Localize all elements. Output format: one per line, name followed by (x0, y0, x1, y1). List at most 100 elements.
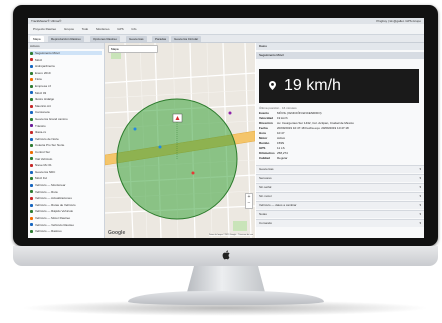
asset-list-item[interactable]: Tránsito (30, 124, 46, 128)
panel-section-header[interactable]: Comando ▾ (256, 219, 424, 227)
map-view[interactable]: Mapa Google Datos del mapa ©2019 Google … (105, 43, 255, 238)
chevron-down-icon: ▾ (419, 212, 421, 216)
asset-list-item[interactable]: Vial Vehículo (30, 157, 52, 161)
detail-field-value: Activo (277, 136, 286, 140)
panel-section-label: Sensores (259, 176, 272, 180)
vehicle-status-icon (30, 117, 33, 121)
detail-field: Dirección Av. Insurgentes Sur 1432, Col. … (259, 121, 354, 125)
toolbar-button-all[interactable]: Todo (80, 24, 91, 34)
panel-section-header[interactable]: Sin señal ▾ (256, 183, 424, 191)
asset-list-item[interactable]: Vehículo de Norte (30, 137, 59, 141)
screen: TrackMaster® Ultima® Pingboy | kk.@galle… (28, 18, 424, 238)
asset-list-item[interactable]: Geocerca NDC (30, 170, 55, 174)
vehicle-status-icon (30, 97, 33, 101)
toolbar-button-monitoring[interactable]: Monitoreo (94, 24, 111, 34)
asset-list-item[interactable]: Móvil Ful (30, 176, 47, 180)
chevron-down-icon: ▾ (419, 221, 421, 225)
asset-list-item-label: Vehículo — Rastreo (35, 229, 62, 234)
chevron-down-icon: ▾ (419, 194, 421, 198)
details-panel: Datos Seguimiento Móvil 19 km/h Última p… (256, 43, 424, 238)
panel-section-header[interactable]: Vehículo — datos a cambiar ▾ (256, 201, 424, 209)
vehicle-status-icon (30, 124, 33, 128)
asset-list-item[interactable]: Vehículo — Rutas de Vehículo (30, 203, 76, 207)
asset-list-item-label: Colecta Pro Sur Norte (35, 143, 65, 148)
panel-header: Datos (256, 43, 424, 50)
asset-list-item-label: Vehículo — Monitorear (35, 183, 66, 187)
asset-list-item[interactable]: Ilíaca-cx (30, 130, 46, 134)
detail-field-key: Hora (259, 131, 266, 135)
toolbar-button-groups[interactable]: Grupos (62, 24, 76, 34)
asset-list-item[interactable]: Móvil 03 (30, 91, 46, 95)
asset-list-item[interactable]: Empresa JJ (30, 84, 51, 88)
asset-list-item-label: Enero 2019 (35, 70, 51, 75)
asset-list-item[interactable]: Control Sur (30, 150, 50, 154)
chevron-down-icon: ▾ (419, 176, 421, 180)
zoom-out-button[interactable]: − (246, 201, 252, 208)
panel-subheader[interactable]: Seguimiento Móvil (256, 52, 424, 59)
map-type-button[interactable]: Mapa (108, 45, 158, 53)
asset-list-item-label: Camioneta (35, 110, 50, 115)
detail-field-key: Motor (259, 136, 268, 140)
asset-list-item[interactable]: Móvil (30, 58, 42, 62)
asset-list-item[interactable]: Vehículo — Vehículo Rastreo (30, 223, 74, 227)
toolbar-button-project[interactable]: Proyecto Rastreo (31, 24, 58, 34)
asset-list-item-label: Geocerca NDC (35, 169, 56, 174)
tab-map[interactable]: Mapa (30, 36, 44, 42)
vehicle-status-icon (30, 177, 33, 181)
asset-list-item[interactable]: Geocerca Grand camino (30, 117, 68, 121)
vehicle-status-icon (30, 216, 33, 220)
detail-field-value: Regular (277, 156, 288, 160)
detail-field-value: Av. Insurgentes Sur 1432, Col. Actipan, … (277, 121, 354, 125)
asset-list-item[interactable]: Vehículo — Rastreo (30, 229, 62, 233)
asset-list-item[interactable]: Ilustre Hidalgo (30, 97, 54, 101)
toolbar-button-gps[interactable]: GPS (115, 24, 125, 34)
asset-list-item[interactable]: Seguimiento Móvil (30, 51, 102, 55)
toolbar-button-info[interactable]: Info (129, 24, 138, 34)
detail-field-key: Evento (259, 111, 270, 115)
detail-field-value: 159N (277, 141, 285, 145)
asset-list-item[interactable]: Vehículo — Monitorear (30, 183, 66, 187)
map-canvas[interactable] (105, 43, 255, 238)
asset-list-item[interactable]: Nieve Mx 01 (30, 163, 52, 167)
tab-playback[interactable]: Reproducción Rastreo (48, 36, 84, 42)
panel-section-header[interactable]: Notas ▾ (256, 210, 424, 218)
tab-circular-geofence[interactable]: Geocerca Circular (171, 36, 202, 42)
status-line: Última posición · 16 minutos (259, 106, 297, 110)
asset-list-item[interactable]: Vehículo — Motor Rastreo (30, 216, 70, 220)
asset-list-item[interactable]: Vehículo — Rápido Vehículo (30, 209, 73, 213)
detail-field: Evento MÓVIL (IGNICIÓN ENCENDIDO) (259, 111, 322, 115)
asset-list-item-label: Móvil 03 (35, 90, 47, 95)
asset-list-item-label: Vehículo — Ruta (35, 189, 58, 194)
detail-field: Hora 10:47 (259, 131, 285, 135)
asset-list-item[interactable]: Enero 2019 (30, 71, 51, 75)
zoom-control[interactable]: + − (245, 193, 253, 209)
asset-list-item[interactable]: Mauricio A4 (30, 104, 51, 108)
asset-list-item[interactable]: Camioneta (30, 110, 50, 114)
detail-field-key: Fecha (259, 126, 268, 130)
map-attribution: Datos del mapa ©2019 Google · Términos d… (208, 234, 253, 236)
vehicle-status-icon (30, 104, 33, 108)
map-type-label: Mapa (111, 47, 119, 51)
vehicle-status-icon (30, 51, 33, 55)
chevron-down-icon: ▾ (419, 185, 421, 189)
panel-section-label: Sin motor (259, 194, 272, 198)
tab-stops[interactable]: Paradas (152, 36, 170, 42)
detail-field-value: 258,274 (277, 151, 288, 155)
asset-list-item[interactable]: Colecta Pro Sur Norte (30, 143, 64, 147)
asset-list-item[interactable]: Vehículo — Actualizaciones (30, 196, 72, 200)
vehicle-status-icon (30, 183, 33, 187)
detail-field-key: Kilómetros (259, 151, 275, 155)
asset-list-item[interactable]: Vehículo — Ruta (30, 190, 58, 194)
vehicle-status-icon (30, 203, 33, 207)
main-tabbar: Mapa Reproducción Rastreo Opciones Rastr… (28, 35, 424, 43)
tab-options[interactable]: Opciones Rastreo (90, 36, 121, 42)
panel-section-header[interactable]: Sin motor ▾ (256, 192, 424, 200)
asset-list-item[interactable]: Flota (30, 77, 42, 81)
window-title: TrackMaster® Ultima® (31, 19, 62, 23)
asset-list-item[interactable]: Hidrojardinería (30, 64, 55, 68)
asset-list-item-label: Móvil Ful (35, 176, 48, 181)
vehicle-status-icon (30, 64, 33, 68)
tab-geofences[interactable]: Geocercas (126, 36, 147, 42)
panel-section-header[interactable]: Geocercas ▾ (256, 165, 424, 173)
panel-section-header[interactable]: Sensores ▾ (256, 174, 424, 182)
